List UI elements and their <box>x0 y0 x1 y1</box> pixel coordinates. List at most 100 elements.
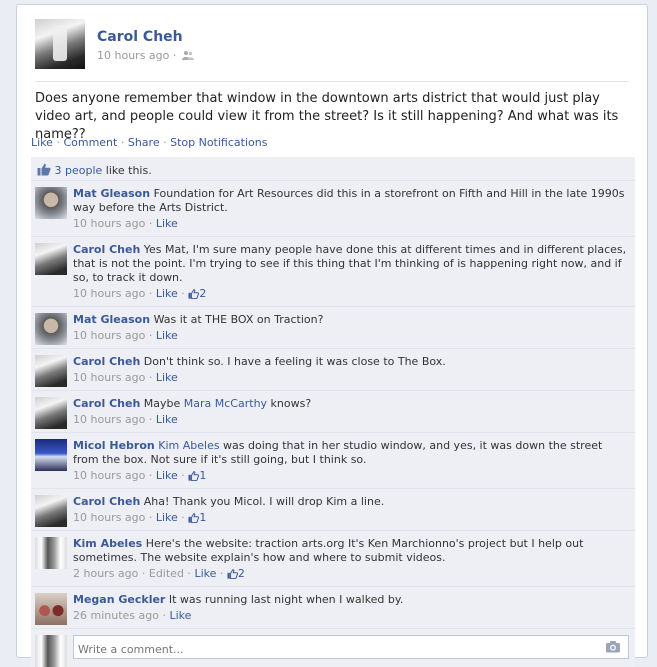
post-header: Carol Cheh 10 hours ago · <box>35 19 629 75</box>
comment-like-link[interactable]: Like <box>156 469 178 482</box>
comment-timestamp[interactable]: 10 hours ago <box>73 287 145 300</box>
post-author-name[interactable]: Carol Cheh <box>97 29 183 45</box>
comment-edited[interactable]: Edited <box>149 567 184 580</box>
comment-author[interactable]: Carol Cheh <box>73 355 140 368</box>
comment-input[interactable] <box>73 635 629 659</box>
comment-timestamp[interactable]: 2 hours ago <box>73 567 138 580</box>
comment-like-link[interactable]: Like <box>156 287 178 300</box>
comment-author[interactable]: Micol Hebron <box>73 439 155 452</box>
comment-timestamp[interactable]: 10 hours ago <box>73 469 145 482</box>
comments-list: Mat Gleason Foundation for Art Resources… <box>31 181 635 629</box>
comment-meta: 10 hours ago · Like <box>73 217 178 230</box>
thumbs-up-icon <box>188 513 200 523</box>
comment-timestamp[interactable]: 10 hours ago <box>73 217 145 230</box>
comment-author[interactable]: Mat Gleason <box>73 313 150 326</box>
comment-text: Was it at THE BOX on Traction? <box>153 313 324 326</box>
post-actions: Like · Comment · Share · Stop Notificati… <box>31 136 268 149</box>
comment-like-count[interactable]: 2 <box>227 567 245 580</box>
comment-author-avatar[interactable] <box>35 593 67 625</box>
comment-author-avatar[interactable] <box>35 439 67 471</box>
comment-body: Micol Hebron Kim Abeles was doing that i… <box>73 439 629 467</box>
comment-author-avatar[interactable] <box>35 313 67 345</box>
likers-link[interactable]: 3 people <box>55 164 103 177</box>
comment-author-avatar[interactable] <box>35 495 67 527</box>
comment-item: Megan Geckler It was running last night … <box>31 587 635 629</box>
comment-text: Foundation for Art Resources did this in… <box>73 187 625 214</box>
comment-meta: 10 hours ago · Like · 1 <box>73 511 207 524</box>
comment-item: Carol Cheh Don't think so. I have a feel… <box>31 349 635 391</box>
like-link[interactable]: Like <box>31 136 53 149</box>
comment-like-link[interactable]: Like <box>156 371 178 384</box>
camera-icon[interactable] <box>605 640 621 653</box>
comment-text: Maybe <box>143 397 184 410</box>
comment-body: Kim Abeles Here's the website: traction … <box>73 537 629 565</box>
comment-item: Kim Abeles Here's the website: traction … <box>31 531 635 587</box>
comment-body: Mat Gleason Was it at THE BOX on Tractio… <box>73 313 629 327</box>
comment-timestamp[interactable]: 10 hours ago <box>73 511 145 524</box>
comment-body: Carol Cheh Yes Mat, I'm sure many people… <box>73 243 629 285</box>
comment-body: Carol Cheh Aha! Thank you Micol. I will … <box>73 495 629 509</box>
comment-body: Megan Geckler It was running last night … <box>73 593 629 607</box>
comment-meta: 10 hours ago · Like <box>73 329 178 342</box>
comment-item: Carol Cheh Maybe Mara McCarthy knows? 10 … <box>31 391 635 433</box>
comment-author-avatar[interactable] <box>35 355 67 387</box>
post-author-avatar[interactable] <box>35 19 85 69</box>
comment-item: Micol Hebron Kim Abeles was doing that i… <box>31 433 635 489</box>
comment-author-avatar[interactable] <box>35 187 67 219</box>
comment-text: Aha! Thank you Micol. I will drop Kim a … <box>143 495 385 508</box>
header-divider <box>35 81 629 82</box>
comment-author-avatar[interactable] <box>35 243 67 275</box>
comment-timestamp[interactable]: 10 hours ago <box>73 329 145 342</box>
comment-timestamp[interactable]: 10 hours ago <box>73 371 145 384</box>
comment-author[interactable]: Kim Abeles <box>73 537 142 550</box>
viewer-avatar <box>35 635 67 667</box>
comment-author-avatar[interactable] <box>35 537 67 569</box>
comment-like-link[interactable]: Like <box>156 217 178 230</box>
thumbs-up-icon <box>37 163 51 176</box>
comment-author[interactable]: Carol Cheh <box>73 243 140 256</box>
comments-section: 3 people like this. Mat Gleason Foundati… <box>31 157 635 667</box>
comment-like-link[interactable]: Like <box>194 567 216 580</box>
comment-meta: 10 hours ago · Like <box>73 371 178 384</box>
comment-item: Mat Gleason Foundation for Art Resources… <box>31 181 635 237</box>
comment-mention[interactable]: Kim Abeles <box>158 439 219 452</box>
comment-like-link[interactable]: Like <box>169 609 191 622</box>
comment-author-avatar[interactable] <box>35 397 67 429</box>
comment-link[interactable]: Comment <box>63 136 117 149</box>
comment-timestamp[interactable]: 10 hours ago <box>73 413 145 426</box>
share-link[interactable]: Share <box>128 136 160 149</box>
thumbs-up-icon <box>188 471 200 481</box>
comment-like-link[interactable]: Like <box>156 329 178 342</box>
thumbs-up-icon <box>188 289 200 299</box>
comment-author[interactable]: Mat Gleason <box>73 187 150 200</box>
post-card: Carol Cheh 10 hours ago · Does anyone re… <box>16 4 648 667</box>
comment-meta: 10 hours ago · Like · 2 <box>73 287 207 300</box>
comment-timestamp[interactable]: 26 minutes ago <box>73 609 159 622</box>
comment-composer <box>31 629 635 667</box>
comment-item: Carol Cheh Yes Mat, I'm sure many people… <box>31 237 635 307</box>
comment-like-link[interactable]: Like <box>156 413 178 426</box>
likes-summary: 3 people like this. <box>31 157 635 181</box>
comment-author[interactable]: Carol Cheh <box>73 397 140 410</box>
stop-notifications-link[interactable]: Stop Notifications <box>170 136 267 149</box>
people-icon[interactable] <box>181 50 194 60</box>
comment-body: Carol Cheh Maybe Mara McCarthy knows? <box>73 397 629 411</box>
comment-text: It was running last night when I walked … <box>168 593 404 606</box>
post-timestamp[interactable]: 10 hours ago <box>97 49 169 62</box>
comment-text: knows? <box>267 397 312 410</box>
comment-like-count[interactable]: 1 <box>188 511 206 524</box>
comment-like-count[interactable]: 1 <box>188 469 206 482</box>
comment-body: Mat Gleason Foundation for Art Resources… <box>73 187 629 215</box>
comment-like-link[interactable]: Like <box>156 511 178 524</box>
comment-mention[interactable]: Mara McCarthy <box>184 397 267 410</box>
comment-author[interactable]: Megan Geckler <box>73 593 165 606</box>
comment-item: Mat Gleason Was it at THE BOX on Tractio… <box>31 307 635 349</box>
comment-meta: 10 hours ago · Like · 1 <box>73 469 207 482</box>
comment-author[interactable]: Carol Cheh <box>73 495 140 508</box>
thumbs-up-icon <box>227 569 238 579</box>
comment-meta: 10 hours ago · Like <box>73 413 178 426</box>
comment-text: Here's the website: traction arts.org It… <box>73 537 584 564</box>
comment-like-count[interactable]: 2 <box>188 287 206 300</box>
comment-text: Don't think so. I have a feeling it was … <box>143 355 446 368</box>
comment-body: Carol Cheh Don't think so. I have a feel… <box>73 355 629 369</box>
